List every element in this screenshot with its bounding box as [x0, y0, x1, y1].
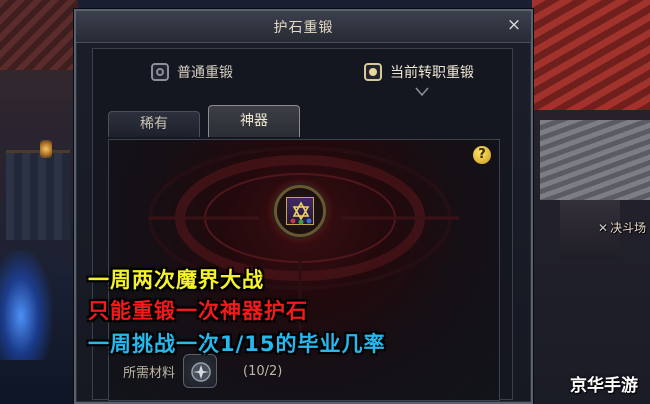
material-item-icon: [191, 362, 211, 382]
caption-line-1: 一周两次魔界大战: [88, 268, 264, 292]
radio-icon[interactable]: [151, 63, 169, 81]
blue-portal: [0, 250, 52, 360]
red-awning: [532, 0, 650, 110]
house-wall: [6, 150, 70, 240]
close-icon[interactable]: ×: [503, 14, 525, 36]
mode-current-class-label: 当前转职重锻: [390, 65, 474, 81]
crossed-swords-icon: ✕: [598, 221, 609, 235]
tab-artifact[interactable]: 神器: [208, 105, 300, 137]
help-icon[interactable]: ?: [473, 146, 491, 164]
material-slot[interactable]: [183, 354, 218, 388]
lantern-icon: [40, 140, 52, 158]
tab-rare[interactable]: 稀有: [108, 111, 200, 137]
talisman-item-icon[interactable]: [286, 197, 314, 225]
mode-current-class-reforge[interactable]: 当前转职重锻: [364, 62, 474, 82]
reforge-mode-selector: 普通重锻 当前转职重锻: [93, 49, 512, 97]
duel-arena-sign[interactable]: ✕ 决斗场: [598, 219, 646, 236]
hexagram-icon: [290, 201, 312, 225]
dialog-titlebar[interactable]: 护石重锻 ×: [76, 11, 531, 43]
duel-arena-label: 决斗场: [610, 221, 647, 235]
talisman-slot[interactable]: [274, 185, 326, 237]
site-watermark: 京华手游: [570, 376, 638, 396]
material-label: 所需材料: [123, 365, 176, 381]
caption-line-2: 只能重锻一次神器护石: [88, 299, 308, 323]
material-count: (10/2): [243, 363, 283, 379]
radio-selected-icon[interactable]: [364, 63, 382, 81]
dialog-title: 护石重锻: [273, 20, 334, 36]
mode-normal-reforge[interactable]: 普通重锻: [151, 62, 233, 82]
mode-normal-label: 普通重锻: [177, 65, 233, 81]
red-roof: [0, 0, 78, 70]
required-material-row: 所需材料 (10/2): [123, 354, 282, 388]
right-scenery: [532, 0, 650, 404]
caption-line-3: 一周挑战一次1/15的毕业几率: [88, 332, 386, 356]
left-scenery: [0, 0, 78, 404]
selection-pointer-icon: [415, 87, 429, 97]
metal-roof: [540, 120, 650, 200]
